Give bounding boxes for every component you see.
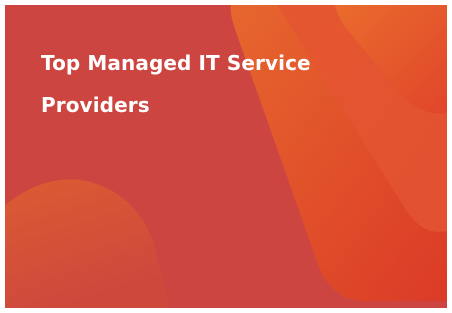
provider-category-card[interactable]: Top Managed IT Service Providers xyxy=(5,5,447,308)
card-title: Top Managed IT Service Providers xyxy=(41,51,311,117)
